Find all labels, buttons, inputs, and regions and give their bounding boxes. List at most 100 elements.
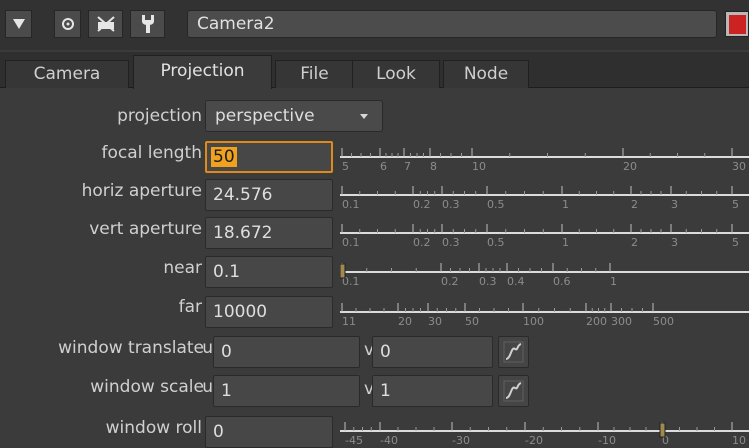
tick-label: 0.6: [553, 275, 571, 287]
window-scale-curve-icon[interactable]: [498, 375, 529, 407]
viewer-circle-icon[interactable]: [54, 10, 81, 38]
slider-handle[interactable]: [340, 263, 346, 279]
tick-label: 0.2: [413, 198, 431, 210]
window-translate-v-input[interactable]: 0: [372, 336, 493, 368]
tab-node[interactable]: Node: [443, 60, 529, 88]
vert-aperture-label: vert aperture: [89, 219, 202, 239]
far-row: far: [0, 297, 202, 327]
horiz-aperture-label: horiz aperture: [81, 181, 202, 201]
window-roll-slider-track: -45 -40 -30 -20 -10 0 10: [340, 422, 749, 446]
window-scale-u-input[interactable]: 1: [213, 375, 360, 407]
camera-properties-panel: Camera2 Camera Projection File Look Node…: [0, 0, 749, 448]
tick-label: -40: [380, 434, 398, 446]
near-label: near: [163, 258, 202, 278]
hide-icon[interactable]: [88, 10, 123, 38]
tick-label: 10: [472, 160, 486, 172]
tick-label: 50: [465, 315, 479, 327]
far-input[interactable]: 10000: [205, 296, 333, 328]
window-scale-row: window scale u: [0, 377, 213, 407]
tick-label: 0.4: [507, 275, 525, 287]
tick-label: 11: [342, 315, 356, 327]
collapse-triangle-icon[interactable]: [5, 10, 32, 38]
tick-label: 10: [732, 434, 746, 446]
tick-label: 2: [631, 236, 638, 248]
tick-label: -20: [525, 434, 543, 446]
horiz-aperture-slider[interactable]: 0.1 0.2 0.3 0.5 1 2 3 5: [340, 180, 749, 210]
far-slider[interactable]: 11 20 30 50 100 200 300 500: [340, 297, 749, 327]
projection-dropdown[interactable]: perspective: [205, 100, 383, 132]
tick-label: 0.3: [442, 198, 460, 210]
tick-label: 500: [653, 315, 674, 327]
window-roll-slider[interactable]: -45 -40 -30 -20 -10 0 10: [340, 416, 749, 446]
window-translate-u-input[interactable]: 0: [213, 336, 360, 368]
focal-length-slider[interactable]: 5 6 7 8 10 20 30: [340, 142, 749, 172]
window-translate-row: window translate u: [0, 338, 213, 368]
horiz-aperture-input[interactable]: 24.576: [205, 179, 333, 211]
window-scale-v-input[interactable]: 1: [372, 375, 493, 407]
window-scale-label: window scale: [90, 377, 204, 397]
tick-label: 5: [342, 160, 349, 172]
focal-length-input[interactable]: 50: [205, 141, 333, 173]
tick-label: 0.5: [487, 236, 505, 248]
tick-label: 100: [523, 315, 544, 327]
tick-label: 30: [428, 315, 442, 327]
tick-label: 200: [586, 315, 607, 327]
tick-label: -45: [345, 434, 363, 446]
projection-value: perspective: [215, 106, 315, 126]
horiz-aperture-slider-track: 0.1 0.2 0.3 0.5 1 2 3 5: [340, 186, 749, 210]
tab-file[interactable]: File: [275, 60, 354, 88]
window-roll-row: window roll: [0, 418, 202, 448]
window-roll-label: window roll: [105, 418, 202, 438]
tick-label: 5: [732, 236, 739, 248]
window-translate-curve-icon[interactable]: [498, 336, 529, 368]
panel-header: Camera2: [0, 0, 749, 50]
tick-label: -30: [452, 434, 470, 446]
near-slider[interactable]: 0.1 0.2 0.3 0.4 0.6 1: [340, 257, 749, 287]
vert-aperture-row: vert aperture: [0, 219, 202, 249]
tick-label: 30: [732, 160, 746, 172]
window-scale-u-label: u: [202, 377, 213, 397]
tick-label: 0.1: [342, 198, 360, 210]
tick-label: 3: [671, 236, 678, 248]
focal-length-value: 50: [211, 147, 237, 167]
focal-length-label: focal length: [101, 143, 202, 163]
tick-label: 0.1: [342, 236, 360, 248]
tick-label: 6: [380, 160, 387, 172]
node-name-field[interactable]: Camera2: [187, 10, 717, 38]
tick-label: 0.2: [441, 275, 459, 287]
tick-label: 3: [671, 198, 678, 210]
projection-row: projection: [0, 106, 202, 136]
tick-label: 0.3: [442, 236, 460, 248]
tick-label: 7: [404, 160, 411, 172]
tick-label: 20: [623, 160, 637, 172]
tick-label: 0.2: [413, 236, 431, 248]
tab-look[interactable]: Look: [352, 60, 440, 88]
vert-aperture-slider-track: 0.1 0.2 0.3 0.5 1 2 3 5: [340, 224, 749, 248]
near-slider-track: 0.1 0.2 0.3 0.4 0.6 1: [340, 263, 749, 287]
tick-label: 0.5: [487, 198, 505, 210]
node-color-swatch[interactable]: [725, 11, 749, 37]
focal-length-row: focal length: [0, 143, 202, 173]
tab-projection[interactable]: Projection: [133, 55, 272, 89]
slider-handle[interactable]: [659, 422, 666, 438]
tick-label: -10: [598, 434, 616, 446]
tick-label: 2: [631, 198, 638, 210]
tick-label: 8: [430, 160, 437, 172]
tick-label: 1: [562, 236, 569, 248]
wrench-icon[interactable]: [130, 10, 165, 38]
tick-label: 0.3: [479, 275, 497, 287]
far-slider-track: 11 20 30 50 100 200 300 500: [340, 303, 749, 327]
projection-label: projection: [117, 106, 202, 126]
tick-label: 300: [611, 315, 632, 327]
dropdown-arrow-icon: [360, 114, 368, 119]
near-input[interactable]: 0.1: [205, 256, 333, 288]
window-roll-input[interactable]: 0: [205, 416, 333, 448]
tab-camera[interactable]: Camera: [5, 60, 129, 88]
window-translate-label: window translate: [58, 338, 204, 358]
tick-label: 5: [732, 198, 739, 210]
tick-label: 1: [562, 198, 569, 210]
near-row: near: [0, 258, 202, 288]
vert-aperture-input[interactable]: 18.672: [205, 217, 333, 249]
vert-aperture-slider[interactable]: 0.1 0.2 0.3 0.5 1 2 3 5: [340, 218, 749, 248]
far-label: far: [178, 297, 202, 317]
